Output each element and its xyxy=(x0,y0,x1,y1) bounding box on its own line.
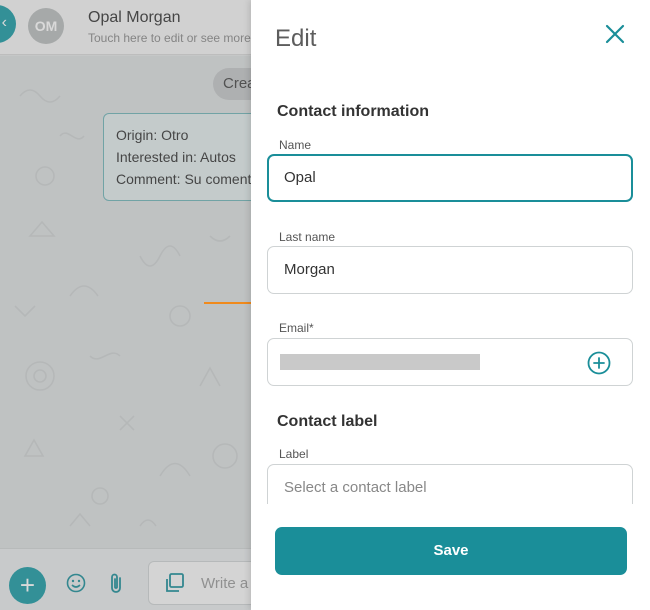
drawer-title: Edit xyxy=(275,25,317,52)
contact-label-heading: Contact label xyxy=(277,413,378,430)
email-redacted-value xyxy=(280,354,480,370)
name-label: Name xyxy=(279,138,312,152)
label-placeholder: Select a contact label xyxy=(284,479,427,496)
email-label: Email* xyxy=(279,321,314,335)
save-button[interactable]: Save xyxy=(275,527,627,575)
close-icon[interactable] xyxy=(603,22,627,46)
edit-drawer: Edit Contact information Name Opal Last … xyxy=(251,0,650,610)
last-name-label: Last name xyxy=(279,230,336,244)
last-name-field[interactable]: Morgan xyxy=(267,246,633,294)
label-label: Label xyxy=(279,447,309,461)
name-value: Opal xyxy=(284,169,316,186)
name-field[interactable]: Opal xyxy=(267,154,633,202)
last-name-value: Morgan xyxy=(284,261,335,278)
plus-circle-icon[interactable] xyxy=(587,351,611,375)
label-select[interactable]: Select a contact label xyxy=(267,464,633,504)
contact-information-heading: Contact information xyxy=(277,103,429,120)
email-field[interactable] xyxy=(267,338,633,386)
